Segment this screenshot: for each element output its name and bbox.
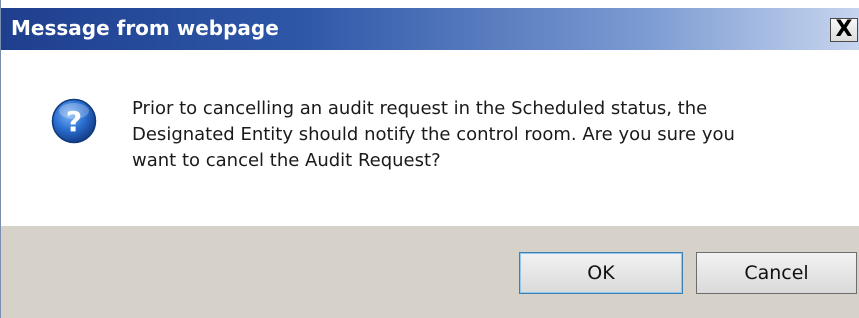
message-line: want to cancel the Audit Request?: [132, 150, 441, 171]
dialog-message: Prior to cancelling an audit request in …: [132, 96, 832, 174]
message-dialog: Message from webpage X ? Prior to cancel…: [0, 0, 859, 318]
dialog-title: Message from webpage: [11, 16, 279, 40]
dialog-content: ? Prior to cancelling an audit request i…: [1, 50, 859, 226]
close-icon: X: [835, 17, 853, 42]
button-bar: OK Cancel: [1, 226, 859, 318]
ok-button[interactable]: OK: [519, 252, 683, 294]
question-icon: ?: [51, 98, 97, 144]
close-button[interactable]: X: [830, 18, 858, 42]
svg-text:?: ?: [66, 105, 82, 138]
message-line: Designated Entity should notify the cont…: [132, 124, 735, 145]
title-bar[interactable]: Message from webpage X: [1, 8, 859, 50]
message-line: Prior to cancelling an audit request in …: [132, 98, 708, 119]
cancel-button[interactable]: Cancel: [696, 252, 857, 294]
